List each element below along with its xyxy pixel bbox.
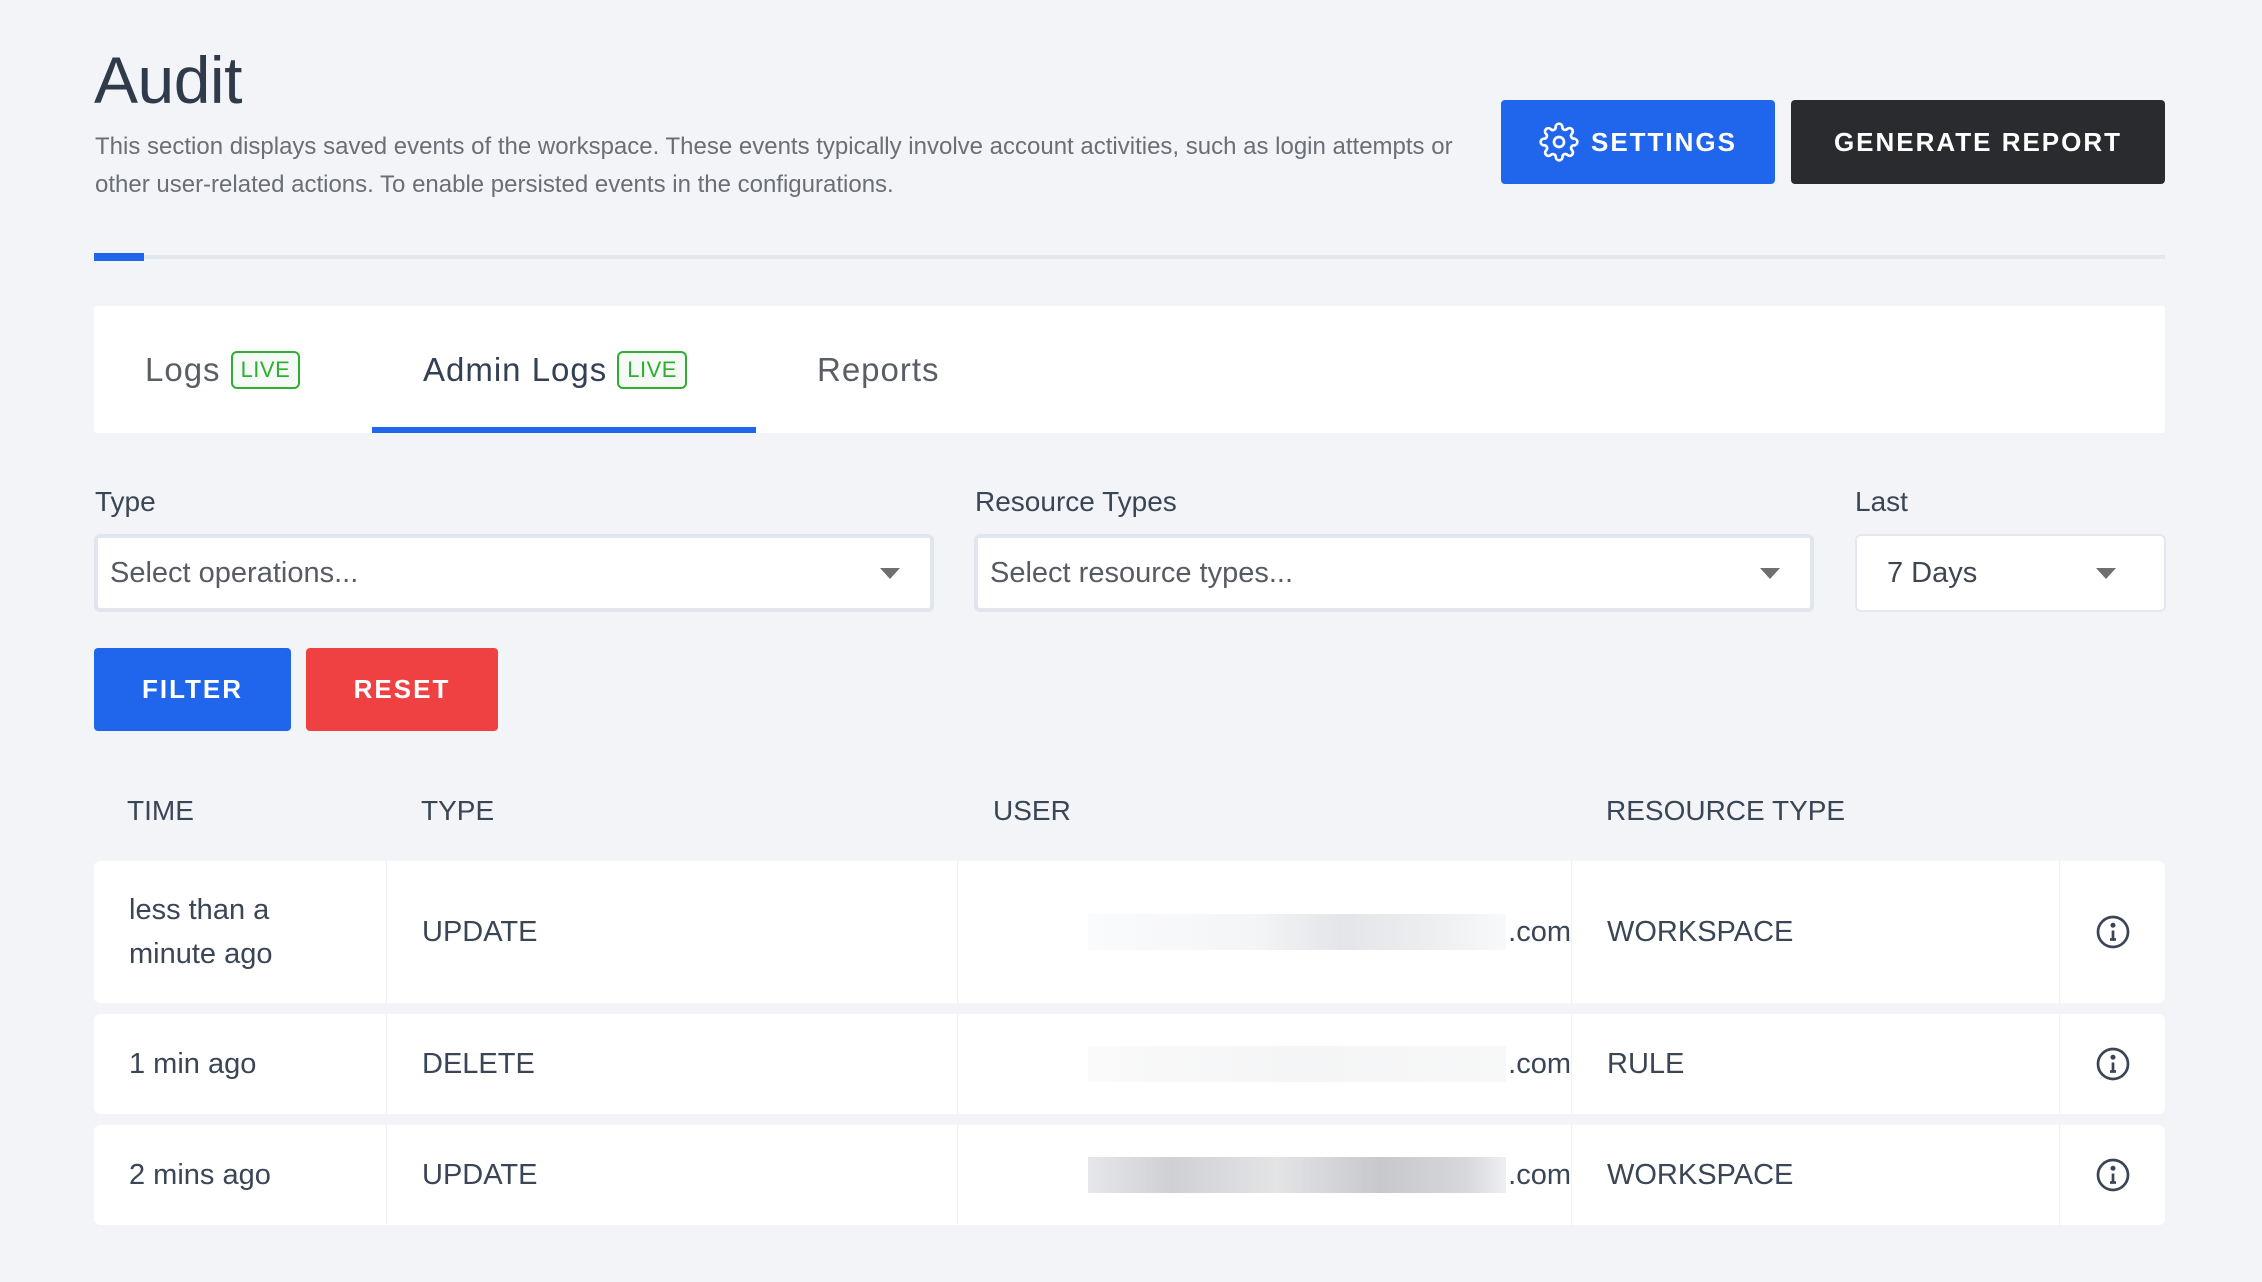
info-cell <box>2060 861 2165 1003</box>
tab-label: Admin Logs <box>423 350 608 388</box>
resource-types-label: Resource Types <box>975 486 1177 517</box>
page-description: This section displays saved events of th… <box>95 133 1453 198</box>
tabs-bar: Logs LIVE Admin Logs LIVE Reports <box>94 306 2165 433</box>
type-cell: UPDATE <box>387 1125 958 1225</box>
resource-type-cell: WORKSPACE <box>1572 1125 2060 1225</box>
gear-icon <box>1539 122 1579 162</box>
tab-admin-logs[interactable]: Admin Logs LIVE <box>423 306 687 433</box>
chevron-down-icon <box>1760 567 1780 579</box>
settings-button[interactable]: SETTINGS <box>1501 100 1775 184</box>
resource-types-placeholder: Select resource types... <box>990 556 1294 589</box>
tab-label: Logs <box>145 350 221 388</box>
live-badge: LIVE <box>617 350 687 389</box>
user-cell: .com <box>958 861 1572 1003</box>
user-cell: .com <box>958 1014 1572 1114</box>
email-suffix: .com <box>1508 915 1571 948</box>
filter-button[interactable]: FILTER <box>94 648 291 731</box>
type-placeholder: Select operations... <box>110 556 359 589</box>
resource-type-cell: RULE <box>1572 1014 2060 1114</box>
resource-type-cell: WORKSPACE <box>1572 861 2060 1003</box>
info-cell <box>2060 1014 2165 1114</box>
type-cell: DELETE <box>387 1014 958 1114</box>
info-icon[interactable] <box>2095 1157 2131 1193</box>
time-cell: 2 mins ago <box>94 1125 387 1225</box>
table-row[interactable]: less than a minute ago UPDATE .com WORKS… <box>94 861 2165 1003</box>
info-icon[interactable] <box>2095 914 2131 950</box>
chevron-down-icon <box>880 567 900 579</box>
type-select[interactable]: Select operations... <box>94 534 934 612</box>
last-period-select[interactable]: 7 Days <box>1855 534 2166 612</box>
reset-button[interactable]: RESET <box>306 648 498 731</box>
redacted-email <box>1088 1157 1507 1193</box>
user-cell: .com <box>958 1125 1572 1225</box>
live-badge: LIVE <box>230 350 301 389</box>
chevron-down-icon <box>2096 567 2116 579</box>
type-label: Type <box>95 486 156 517</box>
generate-report-button[interactable]: GENERATE REPORT <box>1791 100 2165 184</box>
redacted-email <box>1088 1046 1507 1082</box>
active-tab-indicator <box>372 427 756 433</box>
redacted-email <box>1088 914 1507 950</box>
tab-label: Reports <box>817 350 940 388</box>
column-header-time: TIME <box>127 795 194 826</box>
column-header-resource-type: RESOURCE TYPE <box>1606 795 1846 826</box>
info-cell <box>2060 1125 2165 1225</box>
last-label: Last <box>1855 486 1908 517</box>
time-cell: less than a minute ago <box>94 861 387 1003</box>
settings-label: SETTINGS <box>1590 126 1737 157</box>
time-cell: 1 min ago <box>94 1014 387 1114</box>
progress-track <box>94 255 2165 259</box>
email-suffix: .com <box>1508 1047 1571 1080</box>
last-period-value: 7 Days <box>1887 556 1978 589</box>
type-cell: UPDATE <box>387 861 958 1003</box>
column-header-user: USER <box>993 795 1071 826</box>
tab-reports[interactable]: Reports <box>817 306 940 433</box>
table-row[interactable]: 1 min ago DELETE .com RULE <box>94 1014 2165 1114</box>
email-suffix: .com <box>1508 1158 1571 1191</box>
info-icon[interactable] <box>2095 1046 2131 1082</box>
column-header-type: TYPE <box>421 795 495 826</box>
table-row[interactable]: 2 mins ago UPDATE .com WORKSPACE <box>94 1125 2165 1225</box>
resource-types-select[interactable]: Select resource types... <box>974 534 1814 612</box>
page-title: Audit <box>94 43 242 117</box>
progress-indicator <box>94 253 144 261</box>
tab-logs[interactable]: Logs LIVE <box>145 306 301 433</box>
